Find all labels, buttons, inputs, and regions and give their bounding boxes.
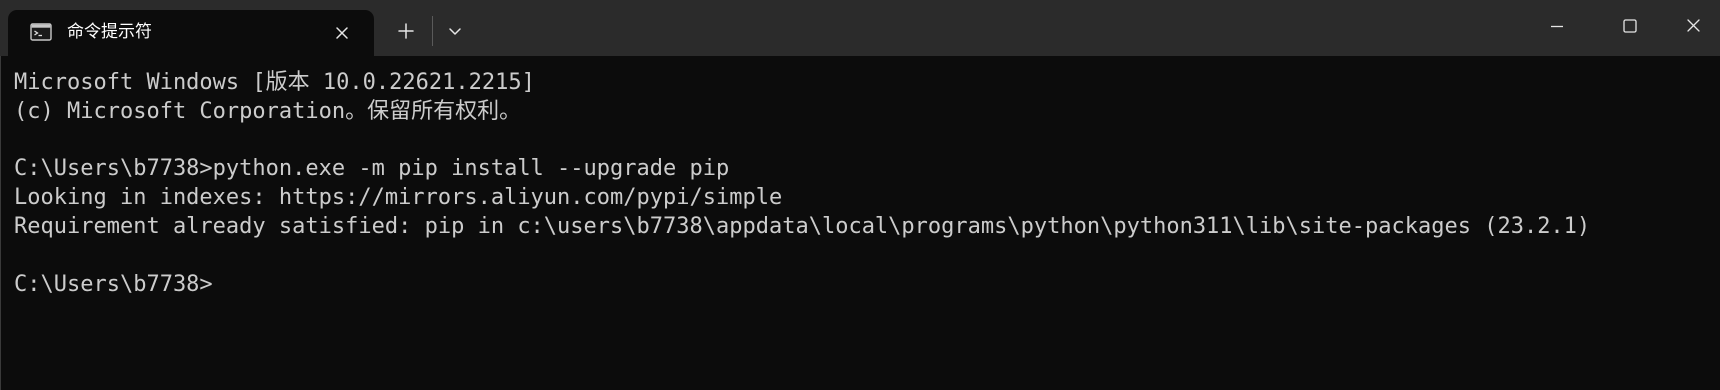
tab-command-prompt[interactable]: 命令提示符 <box>8 10 374 56</box>
terminal-line: Looking in indexes: https://mirrors.aliy… <box>14 185 783 211</box>
terminal-line: (c) Microsoft Corporation。保留所有权利。 <box>14 98 522 124</box>
tab-dropdown-button[interactable] <box>438 14 472 48</box>
terminal-lines: Microsoft Windows [版本 10.0.22621.2215] (… <box>14 69 1590 299</box>
cmd-icon <box>30 23 52 41</box>
minimize-button[interactable] <box>1522 0 1592 52</box>
title-bar[interactable]: 命令提示符 <box>0 0 1720 56</box>
close-icon[interactable] <box>330 21 354 45</box>
terminal-line: Requirement already satisfied: pip in c:… <box>14 213 1591 239</box>
maximize-button[interactable] <box>1594 0 1664 52</box>
terminal-output[interactable]: Microsoft Windows [版本 10.0.22621.2215] (… <box>0 56 1720 390</box>
terminal-line: C:\Users\b7738>python.exe -m pip install… <box>14 156 730 182</box>
close-window-button[interactable] <box>1666 0 1720 52</box>
tab-title: 命令提示符 <box>67 22 152 42</box>
new-tab-button[interactable] <box>386 14 426 48</box>
terminal-line: Microsoft Windows [版本 10.0.22621.2215] <box>14 70 535 95</box>
tab-separator <box>432 16 433 46</box>
terminal-prompt[interactable]: C:\Users\b7738> <box>14 271 1590 300</box>
